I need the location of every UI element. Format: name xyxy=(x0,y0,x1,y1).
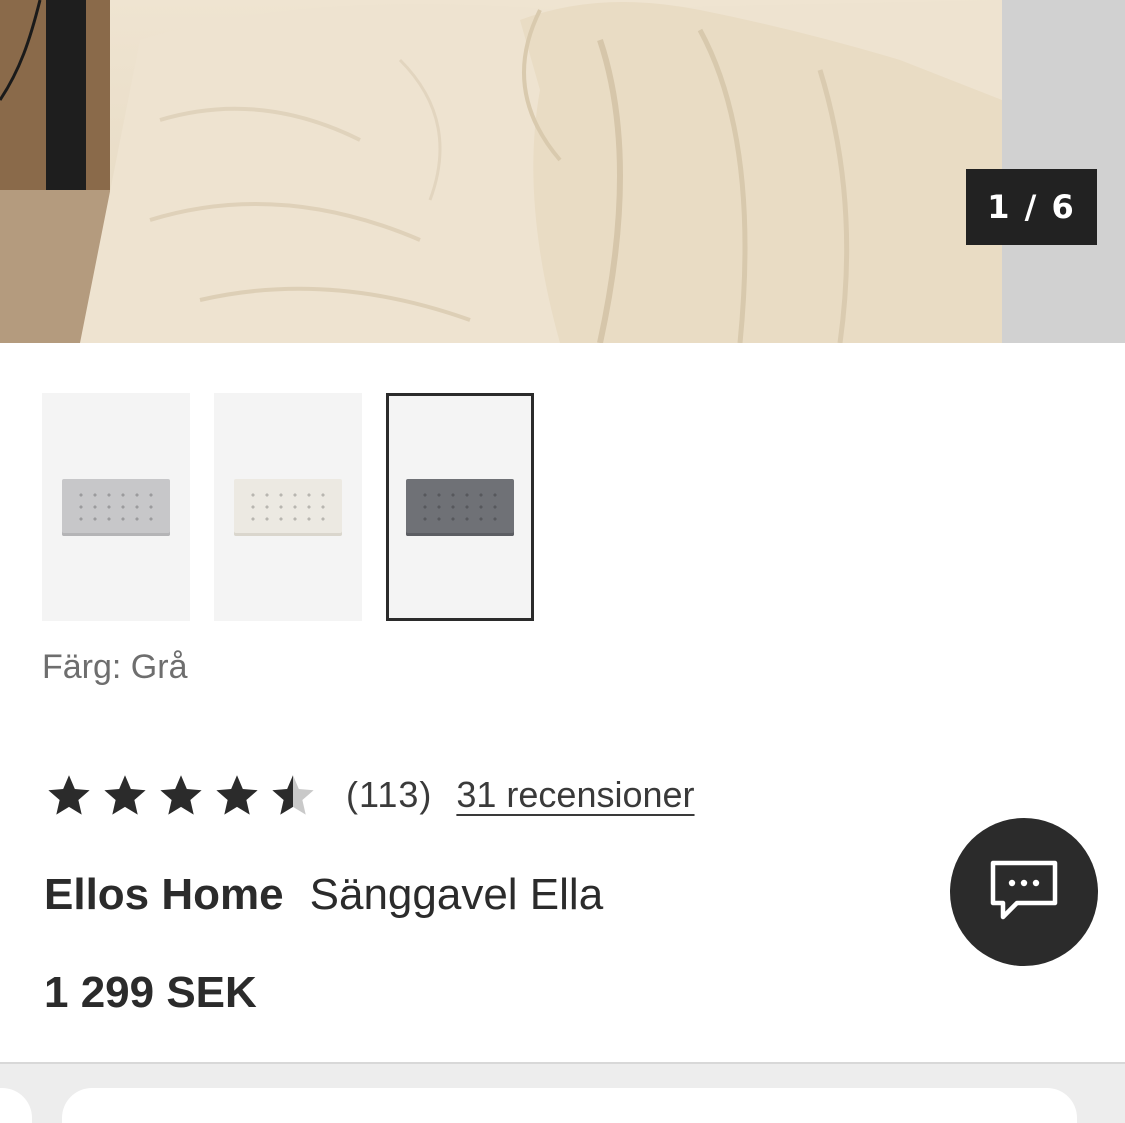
star-half-icon xyxy=(272,775,314,815)
reviews-link[interactable]: 31 recensioner xyxy=(456,774,694,816)
headboard-thumbnail xyxy=(234,479,342,536)
rating-count: (113) xyxy=(346,774,433,815)
swatch-light-grey[interactable] xyxy=(42,393,190,621)
headboard-thumbnail xyxy=(406,479,514,536)
star-full-icon xyxy=(48,775,90,815)
product-image-gallery[interactable]: 1 / 6 xyxy=(0,0,1125,343)
star-full-icon xyxy=(160,775,202,815)
selected-color-label: Färg: Grå xyxy=(42,648,188,686)
product-price: 1 299 SEK xyxy=(44,968,257,1017)
product-name: Sänggavel Ella xyxy=(309,870,604,919)
bottom-card[interactable] xyxy=(62,1088,1077,1123)
product-title: Ellos Home Sänggavel Ella xyxy=(44,870,603,920)
star-full-icon xyxy=(104,775,146,815)
swatch-grey-selected[interactable] xyxy=(386,393,534,621)
rating-row: (113) 31 recensioner xyxy=(44,770,695,820)
image-counter: 1 / 6 xyxy=(966,169,1097,245)
chat-bubble-icon xyxy=(990,860,1058,920)
brand-name: Ellos Home xyxy=(44,870,284,919)
star-full-icon xyxy=(216,775,258,815)
swatch-white[interactable] xyxy=(214,393,362,621)
product-page: 1 / 6 Färg: Grå (113) 31 recensioner Ell… xyxy=(0,0,1125,1123)
headboard-thumbnail xyxy=(62,479,170,536)
product-photo xyxy=(0,0,1002,343)
star-rating xyxy=(44,770,324,820)
chat-button[interactable] xyxy=(950,818,1098,966)
